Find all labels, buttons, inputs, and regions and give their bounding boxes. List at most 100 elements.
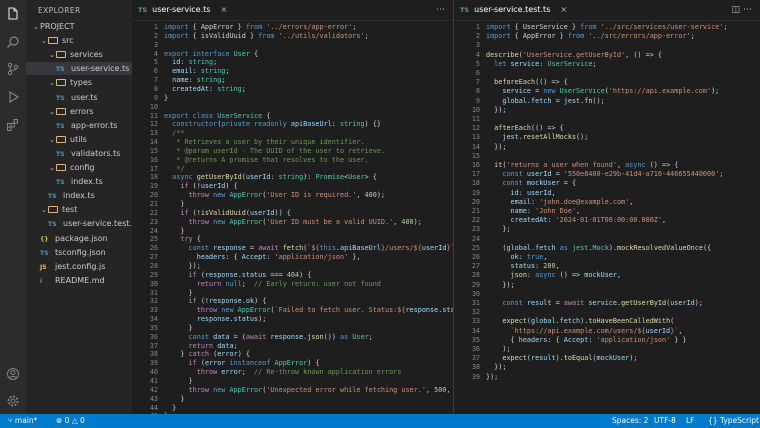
error-icon: ⊗ <box>56 416 65 425</box>
tree-file[interactable]: {} package.json <box>26 232 132 245</box>
code-token: getUserById <box>621 299 667 307</box>
chevron-down-icon: ⌄ <box>41 37 47 46</box>
file-type-icon: TS <box>56 122 65 130</box>
file-type-icon: TS <box>56 150 65 158</box>
code-token: catch <box>188 350 210 359</box>
code-token: { AppError } <box>510 32 568 41</box>
split-editor-icon[interactable]: ◫ ⋯ <box>732 0 752 20</box>
tree-file[interactable]: TS user-service.test.ts <box>26 217 132 230</box>
settings-gear-icon[interactable] <box>5 393 21 409</box>
tree-folder[interactable]: ⌄ services <box>26 48 132 61</box>
line-number: 20 <box>149 191 158 200</box>
code-token: , <box>555 262 560 271</box>
tree-item-label: test <box>62 205 78 215</box>
tree-folder[interactable]: ⌄ src <box>26 34 132 47</box>
line-number: 14 <box>471 142 480 151</box>
explorer-icon[interactable] <box>5 6 21 22</box>
line-number: 2 <box>153 31 158 40</box>
code-editor-left[interactable]: 1 import { AppError } from '../errors/app… <box>132 20 453 414</box>
eol-indicator[interactable]: LF <box>686 414 695 428</box>
indentation-indicator[interactable]: Spaces: 2 <box>612 414 648 428</box>
line-number: 32 <box>149 297 158 306</box>
braces-icon: {} <box>708 416 720 425</box>
line-number: 39 <box>149 359 158 368</box>
code-token: `Failed to fetch user. Status:${ <box>274 306 406 315</box>
code-line: }); <box>486 281 514 289</box>
tree-file[interactable]: TS tsconfig.json <box>26 246 132 259</box>
language-mode-indicator[interactable]: {} TypeScript <box>708 414 759 428</box>
code-token: UserService <box>547 59 593 68</box>
code-token: new <box>543 87 556 96</box>
tree-file[interactable]: TS user.ts <box>26 91 132 104</box>
encoding-indicator[interactable]: UTF-8 <box>654 414 676 428</box>
tree-file[interactable]: JS jest.config.js <box>26 260 132 273</box>
code-token: if <box>164 208 189 217</box>
tree-file[interactable]: TS app-error.ts <box>26 119 132 132</box>
code-token: throw <box>164 368 218 377</box>
line-number: 26 <box>149 244 158 253</box>
code-token: userId <box>526 188 552 197</box>
code-token: Accept <box>241 253 267 262</box>
editor-pane-right: TS user-service.test.ts × ◫ ⋯ 1 import { Us… <box>454 0 760 414</box>
code-editor-right[interactable]: 1 import { UserService } from '../src/ser… <box>454 20 760 414</box>
line-number: 30 <box>471 289 480 298</box>
branch-indicator[interactable]: ⑂ main* <box>8 414 37 428</box>
problems-indicator[interactable]: ⊗ 0 △ 0 <box>56 414 85 428</box>
tree-file[interactable]: TS validators.ts <box>26 147 132 160</box>
code-token: name <box>486 207 527 215</box>
code-token: json <box>486 271 527 280</box>
code-line: try { <box>164 235 200 243</box>
close-tab-icon[interactable]: × <box>560 5 567 14</box>
tree-file[interactable]: TS user-service.ts <box>26 62 132 76</box>
code-token: : <box>518 253 527 261</box>
code-token: response <box>209 244 246 253</box>
code-token: createdAt <box>164 84 210 93</box>
code-line: throw new AppError('User ID is required.… <box>164 191 385 199</box>
tab-user-service-test[interactable]: TS user-service.test.ts × <box>454 0 567 20</box>
tab-label: user-service.test.ts <box>474 5 551 14</box>
code-token: } <box>164 200 185 208</box>
account-icon[interactable] <box>5 366 21 382</box>
extensions-icon[interactable] <box>5 117 21 133</box>
tree-file[interactable]: i README.md <box>26 274 132 287</box>
tree-folder[interactable]: ⌄ config <box>26 161 132 174</box>
code-token: fetch <box>559 317 581 326</box>
close-tab-icon[interactable]: × <box>220 5 227 14</box>
tab-user-service[interactable]: TS user-service.ts × <box>132 0 227 20</box>
code-token: 200 <box>543 262 556 271</box>
typescript-file-icon: TS <box>460 6 470 14</box>
code-token: 'https://api.example.com' <box>608 87 712 96</box>
warning-icon: △ <box>71 416 80 425</box>
tree-file[interactable]: TS index.ts <box>26 175 132 188</box>
code-token: User <box>229 49 250 58</box>
code-token: UserService <box>555 87 605 96</box>
code-token: if <box>164 297 197 306</box>
line-number: 23 <box>471 225 480 234</box>
code-token: , <box>576 207 581 215</box>
tree-folder[interactable]: ⌄ test <box>26 203 132 216</box>
code-token: * Retrieves a user by their unique ident… <box>164 138 365 147</box>
code-token: /** <box>164 129 185 138</box>
code-token: (); <box>576 133 589 142</box>
code-line: return null; // Early return: user not f… <box>164 280 381 288</box>
more-actions-icon[interactable]: ⋯ <box>436 0 445 20</box>
code-token: if <box>164 182 189 191</box>
tree-folder[interactable]: ⌄ utils <box>26 133 132 146</box>
search-icon[interactable] <box>5 34 21 50</box>
line-number: 28 <box>471 271 480 280</box>
run-debug-icon[interactable] <box>5 89 21 105</box>
code-token: ( <box>196 270 205 279</box>
code-token: } <box>164 323 193 332</box>
tree-folder[interactable]: ⌄ types <box>26 76 132 89</box>
tree-folder[interactable]: ⌄ errors <box>26 105 132 118</box>
code-token: 'returns a user when found' <box>506 161 617 169</box>
code-token: mockUser <box>584 271 617 280</box>
tree-folder[interactable]: ⌄PROJECT <box>26 20 132 33</box>
tree-file[interactable]: TS index.ts <box>26 189 132 202</box>
code-token: } } <box>670 335 687 344</box>
code-token: email <box>164 67 193 76</box>
code-token: * @param userId - The UUID of the user t… <box>164 146 385 155</box>
line-number: 36 <box>471 345 480 353</box>
code-token: Promise <box>315 173 345 182</box>
source-control-icon[interactable] <box>5 61 21 77</box>
